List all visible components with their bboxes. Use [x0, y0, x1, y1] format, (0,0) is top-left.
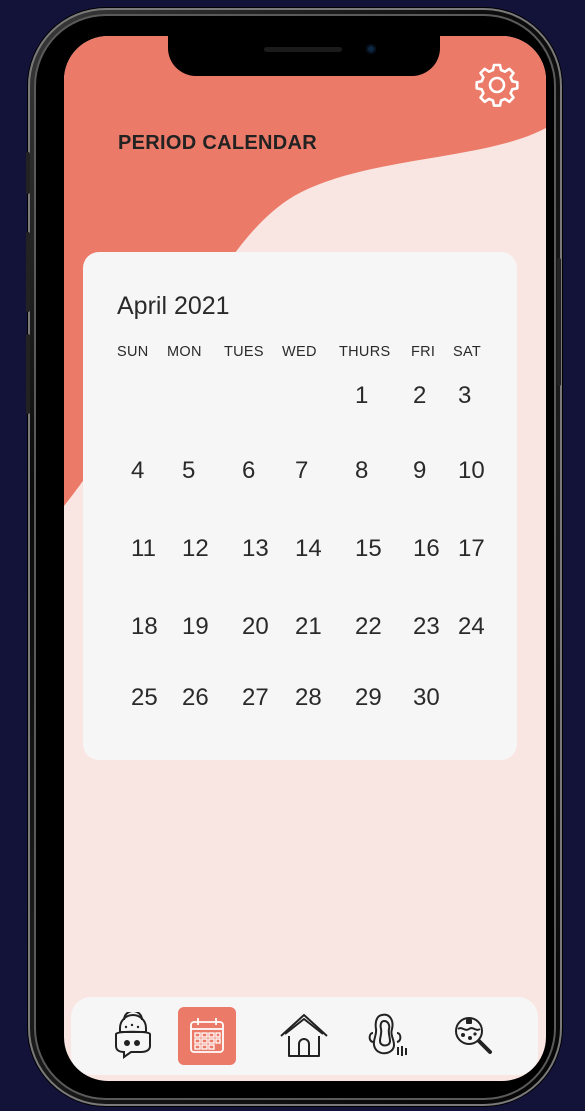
silent-switch: [26, 152, 30, 194]
app-screen: PERIOD CALENDAR April 2021 SUN MON TUES …: [64, 36, 546, 1081]
nav-pads[interactable]: [360, 1007, 418, 1065]
nav-chat[interactable]: [104, 1007, 162, 1065]
day-grid: 1 2 3 4 5 6 7 8 9 10 11 12 13 14 15 16 17 18 19 20 21 22 23 24 2…: [83, 252, 517, 760]
calendar-day[interactable]: 13: [242, 535, 269, 563]
volume-up-button: [26, 232, 30, 312]
calendar-day[interactable]: 11: [131, 535, 156, 563]
bottom-nav: [71, 997, 538, 1075]
power-button: [557, 258, 561, 386]
calendar-day[interactable]: 24: [458, 613, 485, 641]
calendar-day[interactable]: 2: [413, 382, 426, 410]
calendar-day[interactable]: 4: [131, 457, 144, 485]
chat-bubbles-icon: [115, 1012, 151, 1059]
calendar-card: April 2021 SUN MON TUES WED THURS FRI SA…: [83, 252, 517, 760]
calendar-day[interactable]: 19: [182, 613, 209, 641]
front-camera: [366, 44, 376, 54]
calendar-day[interactable]: 29: [355, 684, 382, 712]
calendar-day[interactable]: 28: [295, 684, 322, 712]
calendar-day[interactable]: 14: [295, 535, 322, 563]
calendar-day[interactable]: 6: [242, 457, 255, 485]
calendar-day[interactable]: 30: [413, 684, 440, 712]
calendar-day[interactable]: 8: [355, 457, 368, 485]
calendar-day[interactable]: 9: [413, 457, 426, 485]
home-icon: [280, 1014, 328, 1057]
settings-button[interactable]: [474, 62, 520, 108]
speaker-grille: [264, 47, 342, 52]
calendar-day[interactable]: 12: [182, 535, 209, 563]
calendar-day[interactable]: 15: [355, 535, 382, 563]
nav-calendar[interactable]: [178, 1007, 236, 1065]
volume-down-button: [26, 334, 30, 414]
calendar-day[interactable]: 27: [242, 684, 269, 712]
calendar-day[interactable]: 17: [458, 535, 485, 563]
search-germ-icon: [455, 1017, 492, 1054]
pad-icon: [368, 1013, 407, 1056]
calendar-day[interactable]: 18: [131, 613, 158, 641]
calendar-day[interactable]: 3: [458, 382, 471, 410]
nav-search[interactable]: [445, 1007, 503, 1065]
nav-home[interactable]: [275, 1007, 333, 1065]
calendar-day[interactable]: 1: [355, 382, 368, 410]
calendar-day[interactable]: 10: [458, 457, 485, 485]
gear-icon: [475, 63, 519, 107]
calendar-day[interactable]: 21: [295, 613, 322, 641]
calendar-day[interactable]: 23: [413, 613, 440, 641]
page-title: PERIOD CALENDAR: [118, 132, 317, 154]
calendar-icon: [190, 1018, 224, 1053]
calendar-day[interactable]: 16: [413, 535, 440, 563]
calendar-day[interactable]: 25: [131, 684, 158, 712]
device-notch: [168, 36, 440, 76]
calendar-day[interactable]: 5: [182, 457, 195, 485]
calendar-day[interactable]: 26: [182, 684, 209, 712]
calendar-day[interactable]: 7: [295, 457, 308, 485]
calendar-day[interactable]: 20: [242, 613, 269, 641]
calendar-day[interactable]: 22: [355, 613, 382, 641]
